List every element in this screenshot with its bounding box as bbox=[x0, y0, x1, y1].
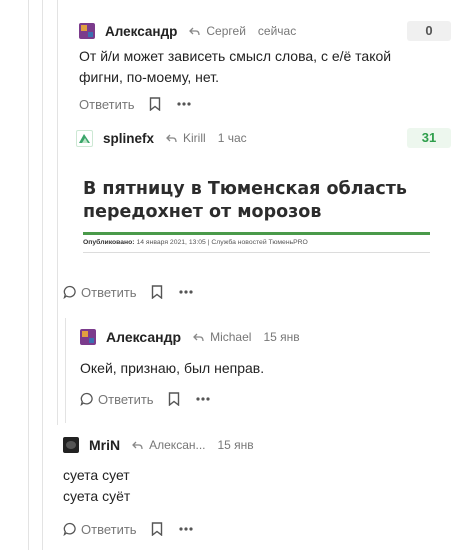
more-button[interactable] bbox=[178, 527, 193, 531]
comment-header: Александр Michael 15 янв bbox=[80, 326, 300, 348]
comment-time[interactable]: сейчас bbox=[258, 24, 296, 38]
thread-line bbox=[42, 0, 43, 550]
comment-header: splinefx Kirill 1 час bbox=[76, 127, 247, 149]
more-dots-icon bbox=[178, 527, 193, 531]
bookmark-button[interactable] bbox=[151, 285, 163, 299]
more-dots-icon bbox=[195, 397, 210, 401]
avatar[interactable] bbox=[79, 23, 95, 39]
author-name[interactable]: splinefx bbox=[103, 131, 154, 146]
comment-text: суета сует суета суёт bbox=[63, 465, 403, 507]
thread-line bbox=[28, 0, 29, 550]
news-title: В пятницу в Тюменская область передохнет… bbox=[83, 178, 407, 224]
comment-bubble-icon bbox=[63, 522, 76, 536]
news-title-line: В пятницу в Тюменская область bbox=[83, 179, 407, 199]
news-meta-value: 14 января 2021, 13:05 | Служба новостей … bbox=[136, 239, 308, 246]
more-button[interactable] bbox=[176, 102, 191, 106]
comment-header: Александр Сергей сейчас bbox=[79, 20, 296, 42]
news-meta-label: Опубликовано: bbox=[83, 239, 135, 246]
reply-arrow-icon bbox=[193, 333, 204, 341]
reply-to-name: Алексан... bbox=[149, 438, 206, 452]
more-dots-icon bbox=[178, 290, 193, 294]
bookmark-icon bbox=[151, 522, 162, 536]
news-title-line: передохнет от морозов bbox=[83, 202, 322, 222]
comment-header: MriN Алексан... 15 янв bbox=[63, 434, 254, 456]
comment-text: Окей, признаю, был неправ. bbox=[80, 360, 265, 376]
reply-label: Ответить bbox=[81, 284, 137, 300]
comment-time[interactable]: 15 янв bbox=[263, 330, 299, 344]
bookmark-button[interactable] bbox=[149, 97, 161, 111]
reply-arrow-icon bbox=[132, 441, 143, 449]
comment-actions: Ответить bbox=[80, 389, 226, 409]
reply-button[interactable]: Ответить bbox=[63, 285, 137, 300]
comment-bubble-icon bbox=[80, 392, 93, 406]
comment-actions: Ответить bbox=[63, 282, 209, 302]
bookmark-icon bbox=[168, 392, 179, 406]
news-divider bbox=[83, 252, 430, 253]
bookmark-button[interactable] bbox=[168, 392, 180, 406]
reply-to-name: Michael bbox=[210, 330, 252, 344]
reply-label: Ответить bbox=[79, 96, 135, 112]
reply-label: Ответить bbox=[98, 391, 154, 407]
comment-text: От й/и может зависеть смысл слова, с е/ё… bbox=[79, 48, 392, 85]
reply-to-link[interactable]: Michael bbox=[193, 330, 251, 344]
reply-arrow-icon bbox=[189, 27, 201, 35]
comment-actions: Ответить bbox=[63, 519, 209, 539]
more-dots-icon bbox=[176, 102, 191, 106]
comment-actions: Ответить bbox=[79, 94, 207, 114]
avatar[interactable] bbox=[80, 329, 96, 345]
more-button[interactable] bbox=[178, 290, 193, 294]
reply-arrow-icon bbox=[166, 134, 177, 142]
bookmark-icon bbox=[149, 97, 160, 111]
reply-to-name: Сергей bbox=[206, 24, 246, 38]
author-name[interactable]: Александр bbox=[106, 329, 181, 345]
comment-text-line: суета сует bbox=[63, 467, 130, 483]
news-meta: Опубликовано: 14 января 2021, 13:05 | Сл… bbox=[83, 239, 308, 246]
bookmark-icon bbox=[151, 285, 162, 299]
score-badge: 31 bbox=[407, 128, 451, 148]
embedded-news-image[interactable]: В пятницу в Тюменская область передохнет… bbox=[80, 168, 432, 260]
thread-line bbox=[57, 0, 58, 425]
thread-line bbox=[65, 318, 66, 423]
reply-button[interactable]: Ответить bbox=[79, 97, 135, 112]
comment-text-line: суета суёт bbox=[63, 488, 131, 504]
reply-button[interactable]: Ответить bbox=[63, 522, 137, 537]
news-divider bbox=[83, 232, 430, 235]
reply-to-link[interactable]: Kirill bbox=[166, 131, 206, 145]
avatar-logo-icon bbox=[79, 133, 90, 143]
avatar[interactable] bbox=[63, 437, 79, 453]
author-name[interactable]: Александр bbox=[105, 24, 177, 39]
reply-label: Ответить bbox=[81, 521, 137, 537]
avatar[interactable] bbox=[76, 129, 93, 147]
bookmark-button[interactable] bbox=[151, 522, 163, 536]
comment-time[interactable]: 15 янв bbox=[218, 438, 254, 452]
reply-to-name: Kirill bbox=[183, 131, 206, 145]
author-name[interactable]: MriN bbox=[89, 437, 120, 453]
comment-time[interactable]: 1 час bbox=[218, 131, 247, 145]
reply-to-link[interactable]: Алексан... bbox=[132, 438, 206, 452]
comment-bubble-icon bbox=[63, 285, 76, 299]
score-badge: 0 bbox=[407, 21, 451, 41]
reply-button[interactable]: Ответить bbox=[80, 392, 154, 407]
more-button[interactable] bbox=[195, 397, 210, 401]
reply-to-link[interactable]: Сергей bbox=[189, 24, 246, 38]
